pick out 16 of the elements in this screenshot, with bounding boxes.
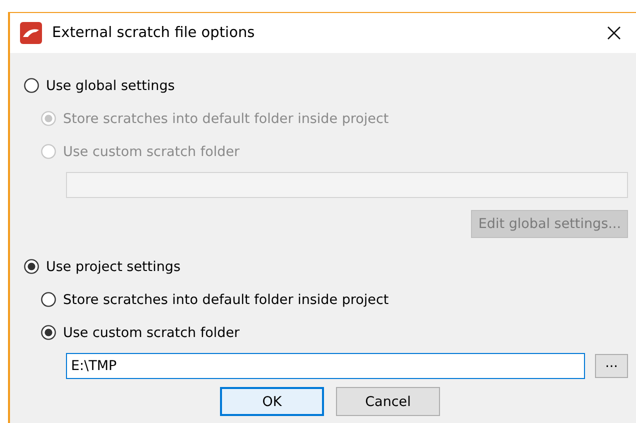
radio-label: Store scratches into default folder inside project xyxy=(63,292,389,308)
radio-button[interactable] xyxy=(41,292,56,307)
radio-label: Use custom scratch folder xyxy=(63,144,240,160)
browse-button[interactable]: ... xyxy=(595,354,628,378)
radio-label: Use project settings xyxy=(46,258,180,274)
radio-label: Use global settings xyxy=(46,78,175,94)
dialog-button[interactable]: Cancel xyxy=(336,387,440,416)
radio-button[interactable] xyxy=(41,325,56,340)
radio-button[interactable] xyxy=(24,259,39,274)
radio-label: Use custom scratch folder xyxy=(63,324,240,340)
close-icon[interactable] xyxy=(606,25,622,41)
folder-input-field[interactable]: E:\TMP xyxy=(66,353,585,379)
dialog-button[interactable]: OK xyxy=(220,387,324,416)
radio-button[interactable] xyxy=(24,78,39,93)
radio-label: Store scratches into default folder inside project xyxy=(63,110,389,126)
window-title: External scratch file options xyxy=(52,25,256,41)
